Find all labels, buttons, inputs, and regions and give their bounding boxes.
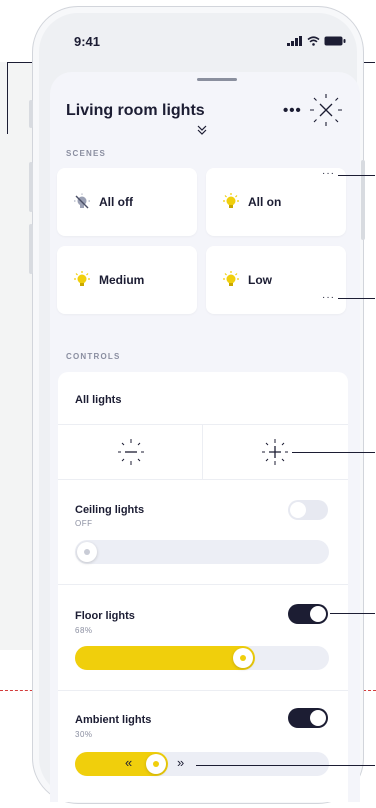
side-button <box>29 224 33 274</box>
scene-label: Medium <box>99 273 145 287</box>
stepper-divider <box>202 425 203 479</box>
signal-icon <box>287 36 302 46</box>
callout-line <box>330 613 375 614</box>
callout-line <box>196 765 375 766</box>
double-chevron-down-icon[interactable] <box>196 124 208 136</box>
bulb-on-icon <box>222 193 240 211</box>
callout-line <box>338 175 375 176</box>
light-name: Ceiling lights <box>75 504 145 516</box>
sheet-title: Living room lights <box>66 102 205 119</box>
bulb-off-icon <box>73 193 91 211</box>
scene-medium-button[interactable]: Medium <box>57 246 197 314</box>
callout-line <box>338 298 375 299</box>
row-divider <box>58 690 348 691</box>
dim-minus-icon[interactable] <box>114 435 148 469</box>
ambient-lights-slider[interactable]: « » <box>75 752 329 776</box>
toggle-knob <box>310 710 326 726</box>
toggle-knob <box>290 502 306 518</box>
slider-thumb[interactable] <box>146 754 166 774</box>
light-status: 68% <box>75 626 93 635</box>
light-name: Ambient lights <box>75 714 152 726</box>
ceiling-lights-slider[interactable] <box>75 540 329 564</box>
scene-label: Low <box>248 273 272 287</box>
toggle-knob <box>310 606 326 622</box>
bulb-on-icon <box>73 271 91 289</box>
callout-line <box>292 452 375 453</box>
light-status: OFF <box>75 519 93 528</box>
callout-dots: ··· <box>322 168 335 179</box>
lights-sheet: Living room lights ••• SCENES All off Al… <box>50 72 360 802</box>
row-divider <box>58 584 348 585</box>
slider-thumb[interactable] <box>77 542 97 562</box>
status-bar: 9:41 <box>74 34 346 54</box>
bulb-on-icon <box>222 271 240 289</box>
side-button <box>29 100 33 128</box>
controls-section-label: CONTROLS <box>66 352 121 361</box>
status-icons <box>287 36 346 46</box>
scene-low-button[interactable]: Low <box>206 246 346 314</box>
all-lights-label: All lights <box>75 394 122 406</box>
close-icon[interactable] <box>308 92 344 128</box>
more-button[interactable]: ••• <box>283 102 302 119</box>
callout-dots: ··· <box>322 292 335 303</box>
ceiling-lights-toggle[interactable] <box>288 500 328 520</box>
double-chevron-left-icon: « <box>125 755 133 770</box>
light-status: 30% <box>75 730 93 739</box>
controls-card: All lights Ceiling lights OFF Floor ligh… <box>58 372 348 802</box>
side-button <box>361 160 365 240</box>
status-time: 9:41 <box>74 34 101 49</box>
scenes-section-label: SCENES <box>66 149 107 158</box>
scene-label: All off <box>99 195 133 209</box>
double-chevron-right-icon: » <box>177 755 185 770</box>
callout-line <box>7 62 8 134</box>
slider-fill <box>75 646 256 670</box>
scene-all-off-button[interactable]: All off <box>57 168 197 236</box>
dim-plus-icon[interactable] <box>258 435 292 469</box>
light-name: Floor lights <box>75 610 135 622</box>
floor-lights-slider[interactable] <box>75 646 329 670</box>
sheet-grabber[interactable] <box>197 78 237 81</box>
floor-lights-toggle[interactable] <box>288 604 328 624</box>
battery-icon <box>324 36 346 46</box>
side-button <box>29 162 33 212</box>
scene-label: All on <box>248 195 282 209</box>
wifi-icon <box>307 36 320 46</box>
ambient-lights-toggle[interactable] <box>288 708 328 728</box>
